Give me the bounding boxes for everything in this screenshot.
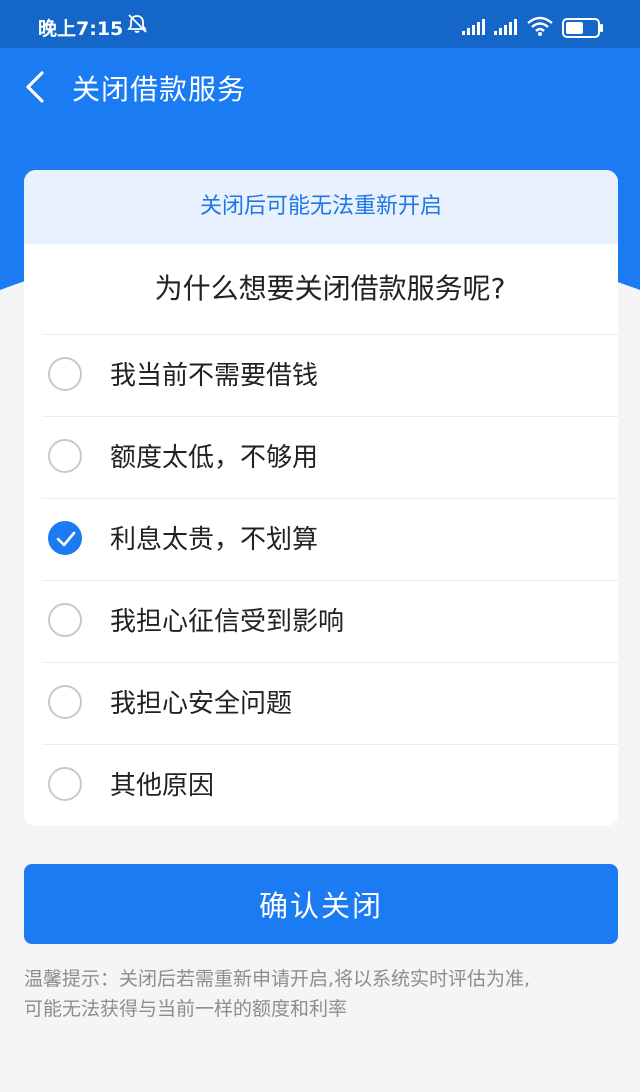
radio-unchecked[interactable] [48, 357, 82, 391]
mute-notification-icon [127, 14, 147, 33]
signal-icon [462, 19, 485, 35]
close-reason-card: 关闭后可能无法重新开启 为什么想要关闭借款服务呢? 我当前不需要借钱 额度太低，… [24, 170, 618, 826]
battery-icon [562, 18, 603, 38]
reason-question: 为什么想要关闭借款服务呢? [42, 244, 618, 335]
radio-unchecked[interactable] [48, 603, 82, 637]
reason-option-label: 其他原因 [110, 771, 215, 801]
radio-unchecked[interactable] [48, 685, 82, 719]
radio-unchecked[interactable] [48, 439, 82, 473]
reason-option[interactable]: 我当前不需要借钱 [42, 335, 618, 417]
tip-text: 温馨提示：关闭后若需重新申请开启,将以系统实时评估为准, 可能无法获得与当前一样… [24, 964, 624, 1024]
tip-line: 温馨提示：关闭后若需重新申请开启,将以系统实时评估为准, [24, 968, 531, 990]
reason-option[interactable]: 我担心征信受到影响 [42, 581, 618, 663]
reason-option-label: 我当前不需要借钱 [110, 361, 319, 391]
warning-banner: 关闭后可能无法重新开启 [24, 170, 618, 244]
reason-option-label: 我担心征信受到影响 [110, 607, 345, 637]
radio-unchecked[interactable] [48, 767, 82, 801]
reason-option[interactable]: 额度太低，不够用 [42, 417, 618, 499]
status-time: 晚上7:15 [38, 18, 124, 40]
page-title: 关闭借款服务 [72, 73, 247, 106]
signal-icon [494, 19, 517, 35]
wifi-icon [527, 16, 553, 36]
status-bar: 晚上7:15 [0, 0, 640, 48]
reason-option[interactable]: 其他原因 [42, 745, 618, 826]
reason-option-label: 我担心安全问题 [110, 689, 293, 719]
reason-option[interactable]: 利息太贵，不划算 [42, 499, 618, 581]
reason-option[interactable]: 我担心安全问题 [42, 663, 618, 745]
tip-line: 可能无法获得与当前一样的额度和利率 [24, 998, 348, 1020]
nav-header: 关闭借款服务 [0, 48, 640, 140]
radio-checked[interactable] [48, 521, 82, 555]
back-arrow-icon[interactable] [22, 70, 50, 104]
reason-option-label: 额度太低，不够用 [110, 443, 319, 473]
confirm-close-button[interactable]: 确认关闭 [24, 864, 618, 944]
reason-option-label: 利息太贵，不划算 [110, 525, 319, 555]
checkmark-icon [56, 531, 76, 547]
